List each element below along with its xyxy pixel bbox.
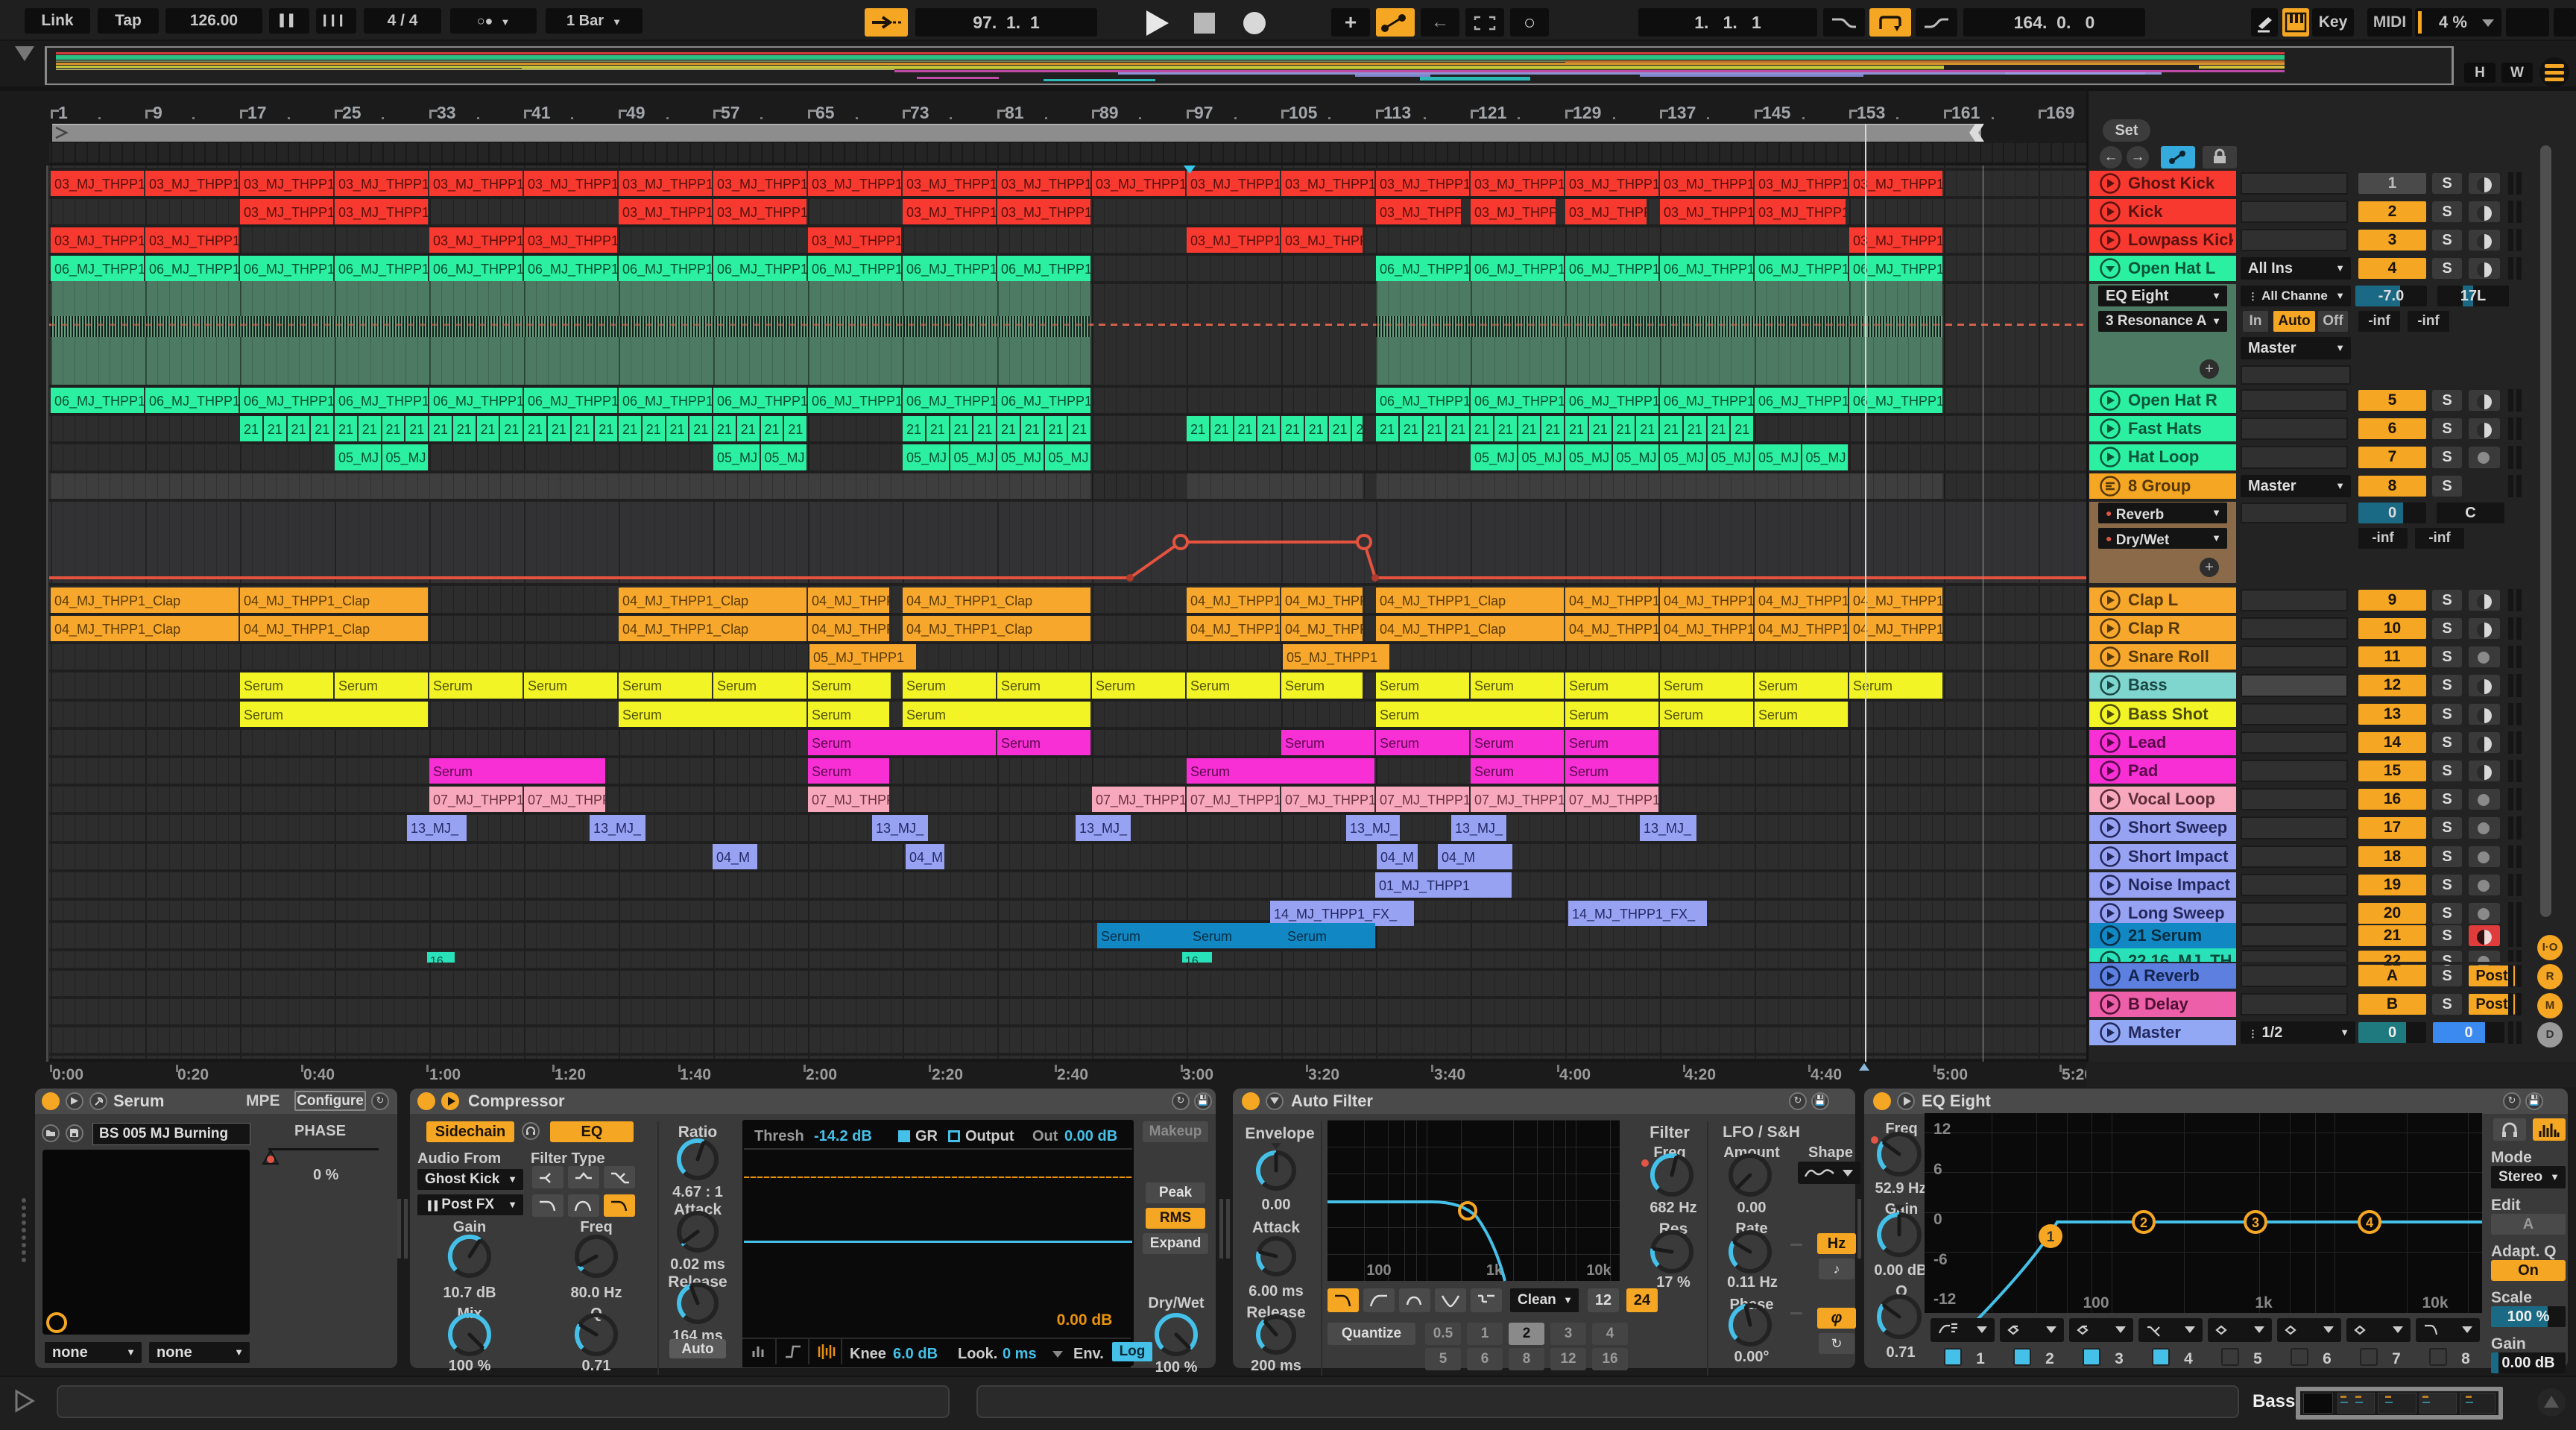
- svg-text:1: 1: [2047, 1229, 2055, 1245]
- svg-text:4: 4: [2366, 1215, 2373, 1230]
- svg-text:3: 3: [2252, 1215, 2259, 1230]
- svg-text:2: 2: [2140, 1215, 2147, 1230]
